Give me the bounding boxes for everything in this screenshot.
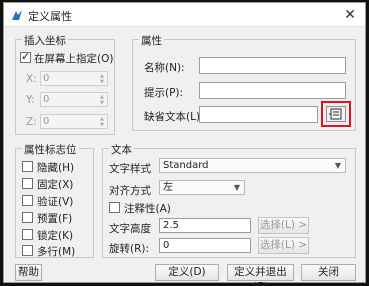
- text-style-value: Standard: [163, 160, 209, 171]
- pick-rotation-button[interactable]: 选择(L) >: [258, 237, 309, 254]
- default-text-label: 缺省文本(L):: [144, 111, 204, 123]
- x-value: 0: [43, 73, 50, 84]
- insert-field-button[interactable]: [326, 106, 346, 122]
- multiline-label: 多行(M): [37, 246, 76, 258]
- text-height-label: 文字高度: [109, 223, 151, 235]
- lock-checkbox[interactable]: [22, 229, 33, 240]
- name-label: 名称(N):: [144, 62, 185, 74]
- justify-select[interactable]: 左 ▼: [159, 180, 245, 195]
- define-attribute-dialog: 定义属性 ✕ 插入坐标 在屏幕上指定(O) X: 0 ▲▼ Y: 0 ▲▼ Z:…: [3, 2, 366, 286]
- define-button[interactable]: 定义(D): [155, 264, 219, 281]
- text-title: 文本: [109, 142, 134, 157]
- hidden-label: 隐藏(H): [37, 162, 75, 174]
- spin-arrows-icon: ▲ ▼: [100, 116, 104, 128]
- prompt-input[interactable]: [199, 82, 346, 99]
- x-label: X:: [26, 73, 37, 85]
- x-input[interactable]: 0 ▲ ▼: [40, 71, 108, 86]
- justify-label: 对齐方式: [109, 185, 151, 197]
- default-text-input[interactable]: [199, 106, 318, 123]
- rotation-label: 旋转(R):: [109, 243, 150, 255]
- insert-field-icon: [329, 108, 342, 120]
- text-height-input[interactable]: 2.5: [159, 218, 251, 233]
- define-and-exit-button[interactable]: 定义并退出(E): [227, 264, 294, 286]
- app-icon: [12, 10, 22, 20]
- spin-arrows-icon: ▲ ▼: [100, 94, 104, 106]
- help-button[interactable]: 帮助: [15, 264, 42, 281]
- spin-arrows-icon: ▲ ▼: [100, 73, 104, 85]
- z-input[interactable]: 0 ▲ ▼: [40, 114, 108, 129]
- screen-frame: 定义属性 ✕ 插入坐标 在屏幕上指定(O) X: 0 ▲▼ Y: 0 ▲▼ Z:…: [0, 0, 369, 286]
- close-button[interactable]: 关闭: [301, 264, 356, 281]
- multiline-checkbox[interactable]: [22, 245, 33, 256]
- mode-title: 属性标志位: [22, 142, 79, 157]
- hidden-checkbox[interactable]: [22, 161, 33, 172]
- justify-value: 左: [163, 182, 173, 193]
- y-label: Y:: [26, 94, 35, 106]
- text-style-label: 文字样式: [109, 163, 151, 175]
- pick-height-button[interactable]: 选择(L) >: [258, 217, 309, 234]
- specify-on-screen-label: 在屏幕上指定(O): [34, 53, 114, 65]
- y-value: 0: [43, 94, 50, 105]
- close-icon[interactable]: ✕: [339, 5, 361, 25]
- annotative-label: 注释性(A): [124, 203, 171, 215]
- verify-label: 验证(V): [37, 196, 74, 208]
- y-input[interactable]: 0 ▲ ▼: [40, 92, 108, 107]
- constant-checkbox[interactable]: [22, 178, 33, 189]
- name-input[interactable]: [199, 57, 346, 74]
- specify-on-screen-checkbox[interactable]: [20, 50, 31, 63]
- title-bar: 定义属性 ✕: [4, 3, 365, 27]
- z-value: 0: [43, 116, 50, 127]
- attribute-title: 属性: [139, 33, 164, 48]
- verify-checkbox[interactable]: [22, 195, 33, 206]
- text-style-select[interactable]: Standard ▼: [159, 158, 346, 173]
- preset-checkbox[interactable]: [22, 212, 33, 223]
- preset-label: 预置(F): [37, 213, 73, 225]
- lock-label: 锁定(K): [37, 230, 74, 242]
- rotation-input[interactable]: 0: [159, 238, 251, 253]
- chevron-down-icon: ▼: [334, 161, 341, 170]
- annotative-checkbox[interactable]: [109, 202, 120, 213]
- insert-point-title: 插入坐标: [22, 33, 68, 48]
- window-title: 定义属性: [28, 10, 72, 23]
- constant-label: 固定(X): [37, 179, 74, 191]
- prompt-label: 提示(P):: [144, 87, 184, 99]
- chevron-down-icon: ▼: [233, 183, 240, 192]
- z-label: Z:: [26, 116, 37, 128]
